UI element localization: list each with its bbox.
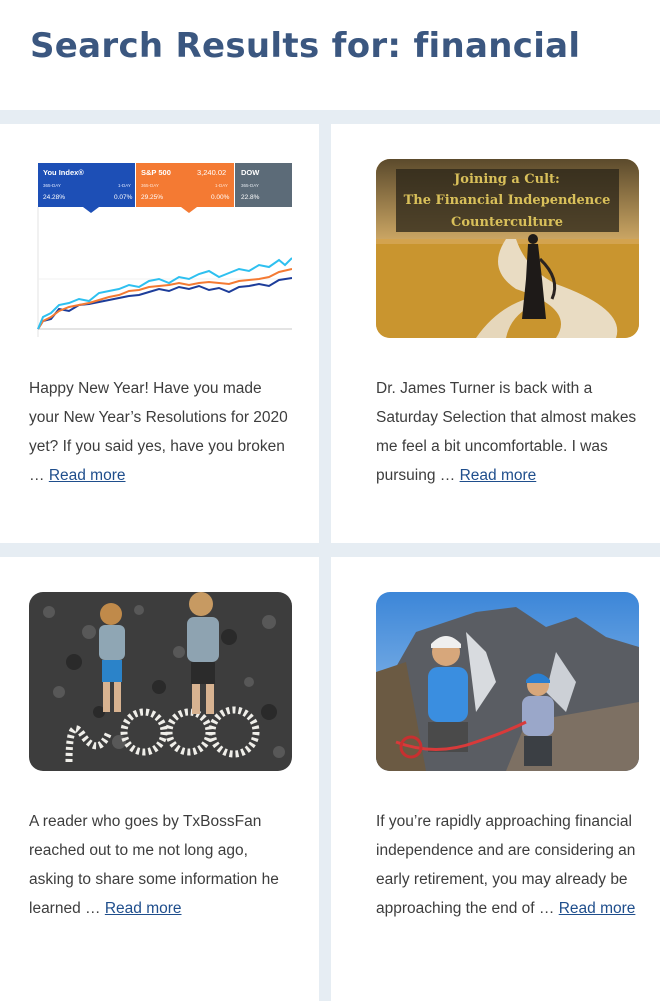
post-thumbnail-desert-road[interactable]: Joining a Cult: The Financial Independen… <box>376 159 639 338</box>
result-card: You Index® 365-DAY 1-DAY 24.28% 0.07% S&… <box>0 124 319 543</box>
result-card: Joining a Cult: The Financial Independen… <box>331 124 660 543</box>
post-excerpt: If you’re rapidly approaching financial … <box>376 807 638 923</box>
tab-sp500-value: 29.25% <box>141 194 163 201</box>
page-header: Search Results for: financial <box>0 0 660 110</box>
post-excerpt: Happy New Year! Have you made your New Y… <box>29 374 291 490</box>
read-more-link[interactable]: Read more <box>49 467 126 484</box>
post-thumbnail-climbers[interactable] <box>376 592 639 771</box>
result-card: If you’re rapidly approaching financial … <box>331 557 660 1001</box>
tab-dow-value: 22.8% <box>241 194 260 201</box>
tab-you-period: 365-DAY <box>43 183 61 188</box>
tab-dow-period: 365-DAY <box>241 183 259 188</box>
post-excerpt: Dr. James Turner is back with a Saturday… <box>376 374 638 490</box>
caption-line-1: Joining a Cult: <box>453 172 560 187</box>
read-more-link[interactable]: Read more <box>460 467 537 484</box>
post-excerpt: A reader who goes by TxBossFan reached o… <box>29 807 291 923</box>
page-title: Search Results for: financial <box>30 26 581 66</box>
tab-you-change: 0.07% <box>114 194 133 201</box>
tab-sp500-period: 365-DAY <box>141 183 159 188</box>
caption-line-3: Counterculture <box>451 215 563 230</box>
post-thumbnail-kids-pebbles[interactable] <box>29 592 292 771</box>
post-thumbnail-chart[interactable]: You Index® 365-DAY 1-DAY 24.28% 0.07% S&… <box>29 159 292 338</box>
tab-sp500-change: 0.00% <box>211 194 230 201</box>
read-more-link[interactable]: Read more <box>559 900 636 917</box>
tab-sp500-price: 3,240.02 <box>197 168 226 177</box>
tab-sp500-name: S&P 500 <box>141 168 171 177</box>
result-card: A reader who goes by TxBossFan reached o… <box>0 557 319 1001</box>
tab-you-value: 24.28% <box>43 194 65 201</box>
results-grid: You Index® 365-DAY 1-DAY 24.28% 0.07% S&… <box>0 110 660 1001</box>
read-more-link[interactable]: Read more <box>105 900 182 917</box>
tab-you-name: You Index® <box>43 168 84 177</box>
tab-sp500-change-label: 1-DAY <box>215 183 228 188</box>
tab-you-change-label: 1-DAY <box>118 183 131 188</box>
caption-line-2: The Financial Independence <box>404 193 611 208</box>
tab-dow-name: DOW <box>241 168 260 177</box>
